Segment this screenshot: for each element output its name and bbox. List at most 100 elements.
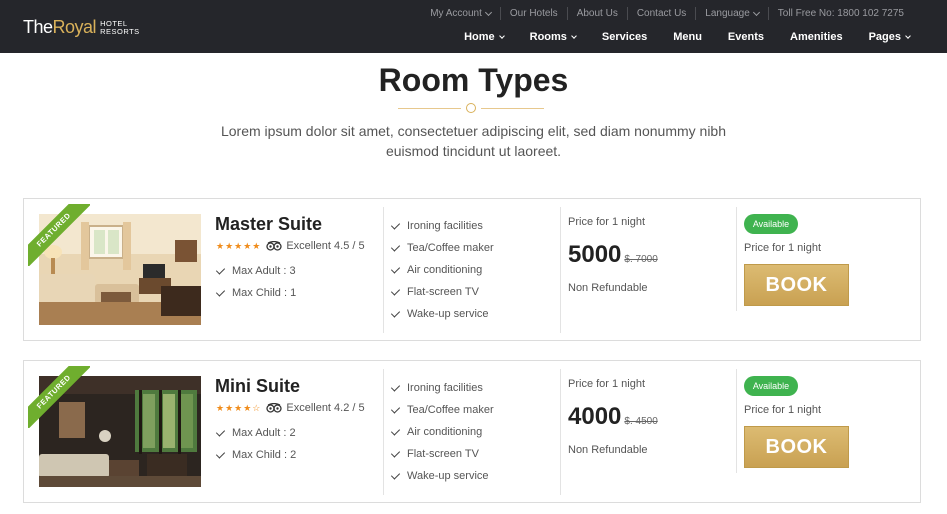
amenities-list: Ironing facilities Tea/Coffee maker Air … [390, 377, 494, 487]
nav-menu-label: Menu [673, 31, 702, 43]
amenities-list: Ironing facilities Tea/Coffee maker Air … [390, 215, 494, 325]
max-child: Max Child : 2 [232, 449, 297, 461]
price-row: 5000 $. 7000 [568, 241, 658, 269]
top-bar: My Account Our Hotels About Us Contact U… [421, 7, 913, 20]
price-label: Price for 1 night [568, 378, 646, 390]
our-hotels-label: Our Hotels [509, 8, 558, 19]
toll-free-label: Toll Free No: 1800 102 7275 [777, 8, 904, 19]
amenity-label: Ironing facilities [407, 220, 483, 232]
nav-services[interactable]: Services [602, 31, 647, 43]
list-item: Tea/Coffee maker [390, 237, 494, 259]
tripadvisor-owl-icon [266, 403, 283, 413]
availability-badge: Available [744, 214, 798, 234]
amenity-label: Ironing facilities [407, 382, 483, 394]
amenity-label: Air conditioning [407, 264, 483, 276]
rating-row: ★★★★☆ Excellent 4.2 / 5 [216, 402, 365, 414]
rating-text: Excellent 4.5 / 5 [286, 240, 365, 252]
check-icon [390, 381, 401, 392]
price-current: 5000 [568, 241, 622, 268]
check-icon [390, 307, 401, 318]
chevron-down-icon [571, 32, 577, 39]
our-hotels-link[interactable]: Our Hotels [499, 7, 567, 20]
about-us-label: About Us [576, 8, 618, 19]
occupancy-list: Max Adult : 3 Max Child : 1 [215, 260, 297, 304]
column-divider [383, 207, 384, 333]
max-child: Max Child : 1 [232, 287, 297, 299]
check-icon [390, 403, 401, 414]
my-account-label: My Account [430, 8, 482, 19]
book-button[interactable]: BOOK [744, 426, 849, 468]
tripadvisor-owl-icon [266, 241, 282, 251]
nav-pages[interactable]: Pages [869, 31, 911, 43]
check-icon [390, 219, 401, 230]
max-adult: Max Adult : 2 [232, 427, 296, 439]
language-label: Language [705, 8, 750, 19]
chevron-down-icon [498, 32, 505, 39]
chevron-down-icon [484, 8, 492, 16]
rating-text: Excellent 4.2 / 5 [286, 402, 365, 414]
check-icon [215, 448, 226, 459]
price-old: $. 4500 [624, 416, 658, 427]
amenity-label: Tea/Coffee maker [407, 242, 494, 254]
language-dropdown[interactable]: Language [695, 7, 768, 20]
contact-us-link[interactable]: Contact Us [626, 7, 695, 20]
check-icon [390, 447, 401, 458]
list-item: Flat-screen TV [390, 281, 494, 303]
nav-amenities[interactable]: Amenities [790, 31, 843, 43]
nav-rooms-label: Rooms [529, 31, 567, 43]
nav-menu[interactable]: Menu [673, 31, 702, 43]
amenity-label: Air conditioning [407, 426, 483, 438]
logo[interactable]: TheRoyal HOTEL RESORTS [23, 17, 140, 38]
nav-home-label: Home [464, 31, 495, 43]
chevron-down-icon [752, 8, 760, 16]
list-item: Air conditioning [390, 421, 494, 443]
featured-ribbon: FEATURED [28, 204, 90, 266]
star-rating-icon: ★★★★☆ [216, 402, 262, 413]
my-account-link[interactable]: My Account [421, 7, 500, 20]
book-button[interactable]: BOOK [744, 264, 849, 306]
check-icon [390, 241, 401, 252]
check-icon [215, 286, 226, 297]
page-title: Room Types [378, 62, 569, 98]
amenity-label: Tea/Coffee maker [407, 404, 494, 416]
page-subtitle: Lorem ipsum dolor sit amet, consectetuer… [200, 121, 747, 161]
amenity-label: Wake-up service [407, 470, 489, 482]
check-icon [215, 426, 226, 437]
featured-ribbon-label: FEATURED [28, 366, 90, 428]
book-price-label: Price for 1 night [744, 404, 822, 416]
amenity-label: Wake-up service [407, 308, 489, 320]
site-header: TheRoyal HOTEL RESORTS My Account Our Ho… [0, 0, 947, 53]
logo-subtext: HOTEL RESORTS [100, 19, 140, 36]
logo-wordmark: TheRoyal [23, 17, 97, 37]
nav-home[interactable]: Home [464, 31, 505, 43]
featured-ribbon-label: FEATURED [28, 204, 90, 266]
check-icon [390, 285, 401, 296]
nav-events[interactable]: Events [728, 31, 764, 43]
list-item: Wake-up service [390, 303, 494, 325]
max-adult: Max Adult : 3 [232, 265, 296, 277]
main-nav: Home Rooms Services Menu Events Amenitie… [438, 31, 911, 43]
nav-rooms[interactable]: Rooms [529, 31, 577, 43]
column-divider [736, 369, 737, 473]
price-old: $. 7000 [624, 254, 658, 265]
book-price-label: Price for 1 night [744, 242, 822, 254]
list-item: Air conditioning [390, 259, 494, 281]
room-name[interactable]: Mini Suite [215, 376, 300, 397]
list-item: Wake-up service [390, 465, 494, 487]
divider-circle-icon [466, 103, 476, 113]
list-item: Tea/Coffee maker [390, 399, 494, 421]
room-card-mini-suite: FEATURED Mini Suite ★★★★☆ Excellent 4.2 … [23, 360, 921, 503]
room-name[interactable]: Master Suite [215, 214, 322, 235]
about-us-link[interactable]: About Us [566, 7, 627, 20]
list-item: Max Adult : 2 [215, 422, 296, 444]
check-icon [390, 469, 401, 480]
price-row: 4000 $. 4500 [568, 403, 658, 431]
column-divider [736, 207, 737, 311]
check-icon [390, 263, 401, 274]
list-item: Flat-screen TV [390, 443, 494, 465]
list-item: Max Adult : 3 [215, 260, 296, 282]
contact-us-label: Contact Us [636, 8, 687, 19]
refund-policy: Non Refundable [568, 282, 648, 294]
nav-services-label: Services [601, 31, 648, 43]
subtitle-line-2: euismod tincidunt ut laoreet. [385, 143, 562, 159]
